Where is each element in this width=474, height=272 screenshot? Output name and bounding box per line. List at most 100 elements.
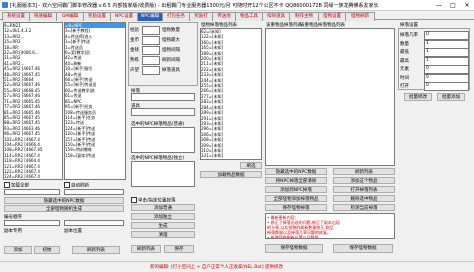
drop-setting-row: 数量 1	[400, 39, 469, 49]
tab-8[interactable]: 传送地	[212, 12, 236, 21]
stats-fields: 经验 怪物数量金币 怪物最大金钱 怪物间隔熟练 刷新间隔声望 掉落道具	[130, 26, 196, 76]
hide-npc-button[interactable]: 隐藏选中的NPC数据	[4, 197, 124, 204]
map-list-item[interactable]: 124=RR2 [4667.4	[4, 174, 62, 179]
drop-items-list[interactable]	[265, 28, 395, 166]
add-this-item-button[interactable]: 添加这个物品	[333, 177, 395, 184]
add-npc-drop-button[interactable]: 添加到NPC掉落	[265, 186, 327, 193]
batch-edit-button[interactable]: 批量修改	[404, 93, 432, 101]
item-field[interactable]	[131, 108, 195, 116]
coord-field[interactable]	[64, 189, 124, 195]
drop-setting-label: 元素	[400, 67, 409, 72]
tab-2[interactable]: GM编辑	[56, 12, 84, 21]
filter-button[interactable]: 刷选	[240, 162, 262, 169]
stat-row: 声望 掉落道具	[130, 66, 196, 76]
drop-settings-fields: 掉落几率 0 数量 1 最低 1 最高 1 元素 0 时间 0 打开 0	[400, 31, 469, 91]
unique-drop-list[interactable]	[131, 161, 195, 187]
seq-field[interactable]	[4, 220, 60, 226]
tab-0[interactable]: 系统设置	[2, 12, 30, 21]
stat-side-label: 掉落道具	[162, 68, 180, 73]
stat-field[interactable]	[142, 66, 160, 75]
stat-row: 金钱 怪物间隔	[130, 46, 196, 56]
lot-label: 副本位置	[64, 229, 82, 234]
delete-item-button[interactable]: 删除选中物品	[333, 195, 395, 202]
generate-all-button[interactable]: 全部怪物随机生成	[4, 205, 124, 212]
tab-3[interactable]: 奖励设置	[83, 12, 111, 21]
check-auto-refresh[interactable]: 自动刷新	[64, 182, 89, 189]
add-button[interactable]: 添加	[4, 246, 32, 254]
stat-field[interactable]	[142, 26, 160, 35]
check-load-all[interactable]: 加载全部	[4, 182, 29, 189]
init-button[interactable]: 初始	[34, 246, 60, 254]
normal-drop-list[interactable]	[131, 127, 195, 153]
check-drops-button[interactable]: 检测当前掉落	[333, 204, 395, 211]
drop-setting-label: 最高	[400, 58, 409, 64]
center-save-button[interactable]: 保存	[164, 245, 194, 253]
notice-line: • 新增怪物刷新位置以及数量。	[267, 235, 323, 239]
notice-box: • 最新更新内容: • 修正了掉落出现的问题,修正了副本出现 的卡顿,以及怪物的刷…	[265, 213, 395, 239]
stat-side-label: 怪物数量	[162, 28, 180, 33]
open-drop-list-button[interactable]: 打开掉落列表	[333, 186, 395, 193]
item-list[interactable]: 62=[未知] 122=[未知] 160=[未知] 165=[未知] 189=[未知] 2…	[200, 28, 262, 160]
hide-data-button[interactable]: 隐藏选中的NPC数据	[265, 168, 327, 175]
tab-13[interactable]: 怪物刷新	[345, 12, 375, 21]
tab-5[interactable]: NPC编辑	[137, 12, 163, 21]
close-button[interactable]: ✕	[460, 0, 474, 11]
stat-field[interactable]	[142, 56, 160, 65]
center-refresh-button[interactable]: 刷新列表	[131, 245, 161, 253]
drop-setting-label: 数量	[400, 41, 409, 47]
app-icon	[2, 2, 8, 8]
tab-7[interactable]: 奖励打	[189, 12, 213, 21]
seq-field-2[interactable]	[64, 220, 124, 226]
clear-button[interactable]: 清理	[131, 231, 195, 238]
batch-add-button[interactable]: 批量添加	[437, 93, 465, 101]
drop-setting-row: 最低 1	[400, 48, 469, 57]
tab-12[interactable]: 怪物设置	[318, 12, 346, 21]
tab-4[interactable]: NPC设置	[110, 12, 138, 21]
generate-button[interactable]: 生成	[131, 222, 195, 229]
drop-setting-label: 时间	[400, 75, 409, 81]
tab-11[interactable]: 制作主物	[289, 12, 319, 21]
stat-side-label: 怪物间隔	[162, 48, 180, 53]
save-npc-data-button[interactable]: 保存怪物数据	[333, 244, 393, 253]
tab-1[interactable]: 快速编辑	[29, 12, 57, 21]
npc-list-item[interactable]: 158=[副本]传送	[65, 153, 125, 158]
save-drops-button[interactable]: 保存怪物掉落	[265, 204, 327, 211]
drop-setting-field[interactable]: 0	[424, 82, 469, 91]
tab-9[interactable]: 物品工具	[235, 12, 263, 21]
stat-label: 金币	[130, 38, 139, 43]
npc-id-field[interactable]	[4, 189, 60, 195]
refresh-list-button[interactable]: 刷新列表	[72, 246, 120, 254]
item-list-item[interactable]: 366=[未知]	[201, 159, 261, 160]
stat-label: 经验	[130, 28, 139, 33]
save-monster-data-button[interactable]: 保存怪物数据	[265, 244, 323, 253]
status-text: 新的编辑: [打小空间上 + 自户正常个人正收拿[NEL Bot] 提供修改	[150, 265, 284, 270]
right-refresh-button[interactable]: 刷新列表	[333, 168, 395, 175]
clear-npc-drops-button[interactable]: 将NPC掉落全部清除	[265, 177, 327, 184]
add-unique-button[interactable]: 添加独立	[131, 213, 195, 220]
window-title: [礼服版本3] - 双六空间霸门脚本修改器 v.6.5 内部独家版(收费版) -…	[10, 3, 379, 9]
map-list[interactable]: 9=RN21 12=0k1.4.3.2 13=RR2... 15=RR2 18=RR: 2…	[3, 22, 63, 180]
stat-label: 金钱	[130, 48, 139, 53]
load-items-button[interactable]: 加载物品数据	[200, 171, 262, 178]
drop-setting-label: 打开	[400, 84, 409, 89]
stat-side-label: 刷新间隔	[162, 58, 180, 63]
maximize-button[interactable]: □	[446, 0, 460, 11]
add-normal-button[interactable]: 添加普通	[131, 204, 195, 211]
stat-field[interactable]	[142, 36, 160, 45]
drop-mode-option[interactable]: 单击/指定位置掉落	[131, 197, 176, 204]
tab-10[interactable]: 扣除道具	[262, 12, 290, 21]
stat-side-label: 怪物最大	[162, 38, 180, 43]
drop-setting-row: 最高 1	[400, 56, 469, 66]
all-monsters-add-button[interactable]: 全部怪物添加掉落物品	[265, 195, 327, 202]
drop-setting-row: 时间 0	[400, 73, 469, 83]
stat-row: 金币 怪物最大	[130, 36, 196, 46]
minimize-button[interactable]: —	[432, 0, 446, 11]
drop-field[interactable]	[131, 93, 195, 101]
drop-setting-label: 掉落几率	[400, 33, 418, 38]
npc-list[interactable]: =8=NPC 3=[新手教程] 4=传送师|进入 1=[新手]传送 1=传送员 6=奖[教…	[64, 22, 126, 180]
stat-label: 声望	[130, 68, 139, 73]
drop-setting-row: 元素 0	[400, 65, 469, 74]
stat-field[interactable]	[142, 46, 160, 55]
stat-row: 熟练 刷新间隔	[130, 56, 196, 66]
tab-6[interactable]: 打包任务	[162, 12, 190, 21]
